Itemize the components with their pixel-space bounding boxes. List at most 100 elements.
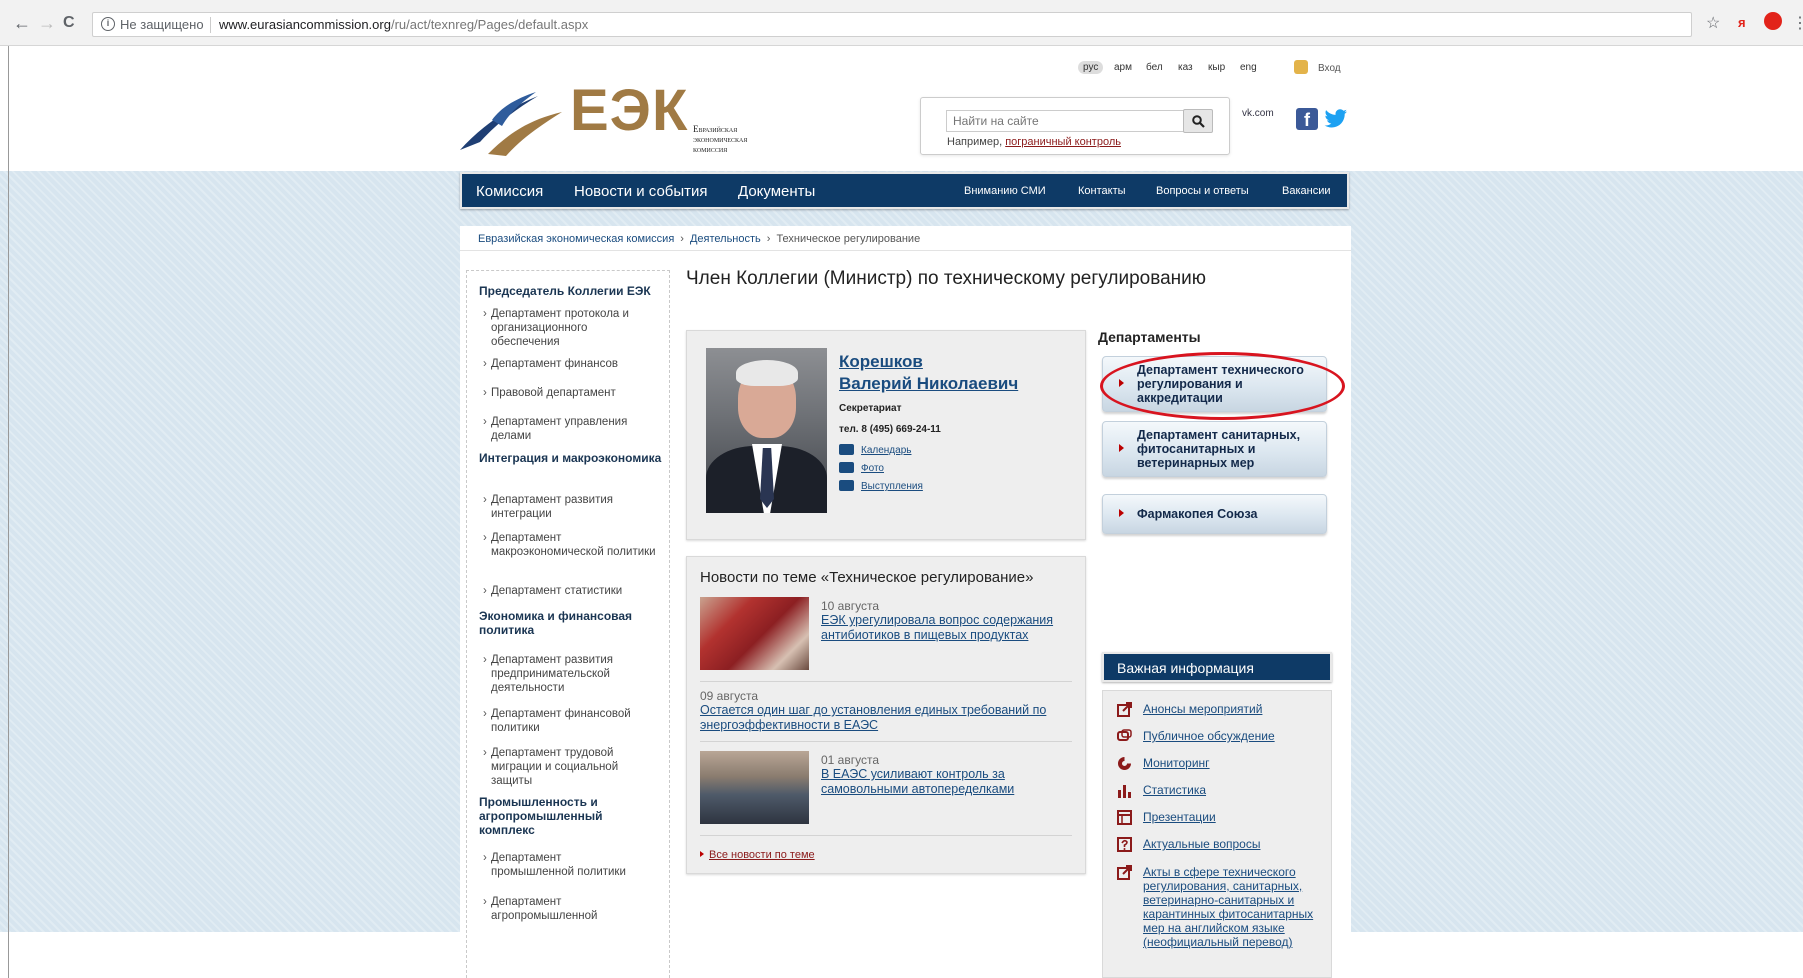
link-label: Фото: [861, 463, 884, 474]
breadcrumb-current: Техническое регулирование: [776, 233, 921, 245]
forward-button[interactable]: →: [38, 14, 56, 32]
reload-button[interactable]: C: [63, 14, 75, 32]
dept-button-sanitary[interactable]: Департамент санитарных, фитосанитарных и…: [1102, 421, 1327, 477]
lang-arm[interactable]: арм: [1114, 62, 1132, 73]
bookmark-star-icon[interactable]: ☆: [1706, 13, 1720, 33]
news-divider: [700, 681, 1072, 682]
camera-icon: [839, 462, 854, 473]
breadcrumb-item[interactable]: Деятельность: [690, 233, 761, 245]
nav-media[interactable]: Вниманию СМИ: [964, 185, 1046, 197]
sidebar-item[interactable]: Департамент статистики: [483, 584, 658, 598]
dept-label: Департамент санитарных, фитосанитарных и…: [1137, 428, 1301, 470]
news-date: 09 августа: [700, 689, 759, 703]
sidebar-item[interactable]: Департамент агропромышленной: [483, 895, 633, 923]
url-text[interactable]: www.eurasiancommission.org/ru/act/texnre…: [219, 17, 588, 32]
back-button[interactable]: ←: [13, 14, 31, 32]
lang-rus[interactable]: рус: [1078, 61, 1104, 74]
nav-vacancies[interactable]: Вакансии: [1282, 185, 1331, 197]
lang-bel[interactable]: бел: [1146, 62, 1163, 73]
search-input[interactable]: [946, 110, 1192, 132]
news-date: 01 августа: [821, 753, 880, 767]
calendar-link[interactable]: Календарь: [839, 444, 911, 456]
sidebar-heading[interactable]: Промышленность и агропромышленный компле…: [479, 795, 619, 837]
all-news-link[interactable]: Все новости по теме: [700, 849, 815, 861]
eec-logo-icon[interactable]: [458, 90, 564, 158]
sidebar-item[interactable]: Департамент финансовой политики: [483, 707, 658, 735]
search-icon: [1192, 115, 1205, 128]
important-link[interactable]: Презентации: [1143, 810, 1323, 824]
nav-contacts[interactable]: Контакты: [1078, 185, 1126, 197]
logo-abbr[interactable]: ЕЭК: [570, 82, 688, 140]
vk-icon[interactable]: vk.com: [1242, 108, 1274, 119]
info-icon[interactable]: i: [101, 17, 115, 31]
share-icon: [1117, 865, 1132, 880]
sidebar-heading[interactable]: Председатель Коллегии ЕЭК: [479, 284, 651, 298]
search-hint-prefix: Например,: [947, 136, 1003, 148]
yandex-icon[interactable]: я: [1738, 15, 1746, 30]
important-link[interactable]: Публичное обсуждение: [1143, 729, 1323, 743]
dept-button-pharmacopoeia[interactable]: Фармакопея Союза: [1102, 494, 1327, 534]
news-thumbnail[interactable]: [700, 751, 809, 824]
breadcrumb-item[interactable]: Евразийская экономическая комиссия: [478, 233, 674, 245]
sidebar-heading[interactable]: Экономика и финансовая политика: [479, 609, 639, 637]
facebook-icon[interactable]: f: [1296, 108, 1318, 130]
lang-kyr[interactable]: кыр: [1208, 62, 1225, 73]
speeches-link[interactable]: Выступления: [839, 480, 923, 492]
minister-name-link[interactable]: Корешков Валерий Николаевич: [839, 351, 1069, 395]
sidebar-item[interactable]: Департамент промышленной политики: [483, 851, 633, 879]
sidebar-heading[interactable]: Интеграция и макроэкономика: [479, 451, 661, 465]
search-panel: Например, пограничный контроль: [920, 97, 1230, 155]
menu-icon[interactable]: ⋮: [1792, 13, 1803, 33]
news-link-line: антибиотиков в пищевых продуктах: [821, 628, 1029, 642]
sidebar-item[interactable]: Департамент управления делами: [483, 415, 658, 443]
sidebar-item[interactable]: Департамент протокола и организационного…: [483, 307, 658, 349]
omnibox-divider: [210, 17, 211, 33]
important-link[interactable]: Акты в сфере технического регулирования,…: [1143, 865, 1323, 949]
news-link-line: В ЕАЭС усиливают контроль за: [821, 767, 1005, 781]
lock-icon[interactable]: [1294, 60, 1308, 74]
sidebar-item[interactable]: Департамент финансов: [483, 357, 658, 371]
minister-photo[interactable]: [706, 348, 827, 513]
breadcrumb-separator: ›: [680, 233, 684, 245]
sidebar-item[interactable]: Департамент трудовой миграции и социальн…: [483, 746, 658, 788]
nav-news[interactable]: Новости и события: [574, 183, 708, 200]
important-link[interactable]: Статистика: [1143, 783, 1323, 797]
sidebar-item[interactable]: Департамент макроэкономической политики: [483, 531, 658, 559]
triangle-right-icon: [700, 851, 704, 857]
search-hint: Например, пограничный контроль: [947, 136, 1121, 148]
browser-window: ← → C i Не защищено www.eurasiancommissi…: [0, 0, 1803, 978]
news-link[interactable]: В ЕАЭС усиливают контроль за самовольными…: [821, 767, 1014, 797]
login-link[interactable]: Вход: [1318, 63, 1341, 74]
nav-documents[interactable]: Документы: [738, 183, 815, 200]
all-news-label: Все новости по теме: [709, 849, 815, 861]
important-link[interactable]: Анонсы мероприятий: [1143, 702, 1323, 716]
yandex-browser-icon[interactable]: [1764, 12, 1782, 30]
important-link[interactable]: Мониторинг: [1143, 756, 1323, 770]
search-hint-link[interactable]: пограничный контроль: [1005, 136, 1121, 148]
triangle-right-icon: [1119, 379, 1124, 387]
lang-label: рус: [1078, 61, 1104, 74]
minister-phone: тел. 8 (495) 669-24-11: [839, 424, 941, 435]
important-link[interactable]: Актуальные вопросы: [1143, 837, 1323, 851]
address-bar[interactable]: i Не защищено www.eurasiancommission.org…: [92, 12, 1692, 37]
nav-faq[interactable]: Вопросы и ответы: [1156, 185, 1249, 197]
search-button[interactable]: [1183, 109, 1213, 133]
news-link[interactable]: ЕЭК урегулировала вопрос содержания антиб…: [821, 613, 1053, 643]
dept-button-techreg[interactable]: Департамент технического регулирования и…: [1102, 356, 1327, 412]
photo-link[interactable]: Фото: [839, 462, 884, 474]
sidebar-item[interactable]: Департамент развития интеграции: [483, 493, 658, 521]
link-label: Календарь: [861, 445, 912, 456]
news-panel: Новости по теме «Техническое регулирован…: [686, 556, 1086, 874]
important-label: Акты в сфере технического регулирования,…: [1143, 865, 1314, 949]
logo-subtitle: Евразийская экономическая комиссия: [693, 124, 747, 154]
nav-commission[interactable]: Комиссия: [476, 183, 543, 200]
twitter-icon[interactable]: [1324, 109, 1348, 129]
sidebar-item[interactable]: Департамент развития предпринимательской…: [483, 653, 658, 695]
name-line: Валерий Николаевич: [839, 374, 1019, 393]
news-thumbnail[interactable]: [700, 597, 809, 670]
sidebar-item[interactable]: Правовой департамент: [483, 386, 658, 400]
lang-kaz[interactable]: каз: [1178, 62, 1193, 73]
lang-eng[interactable]: eng: [1240, 62, 1257, 73]
news-link[interactable]: Остается один шаг до установления единых…: [700, 703, 1046, 733]
news-divider: [700, 835, 1072, 836]
